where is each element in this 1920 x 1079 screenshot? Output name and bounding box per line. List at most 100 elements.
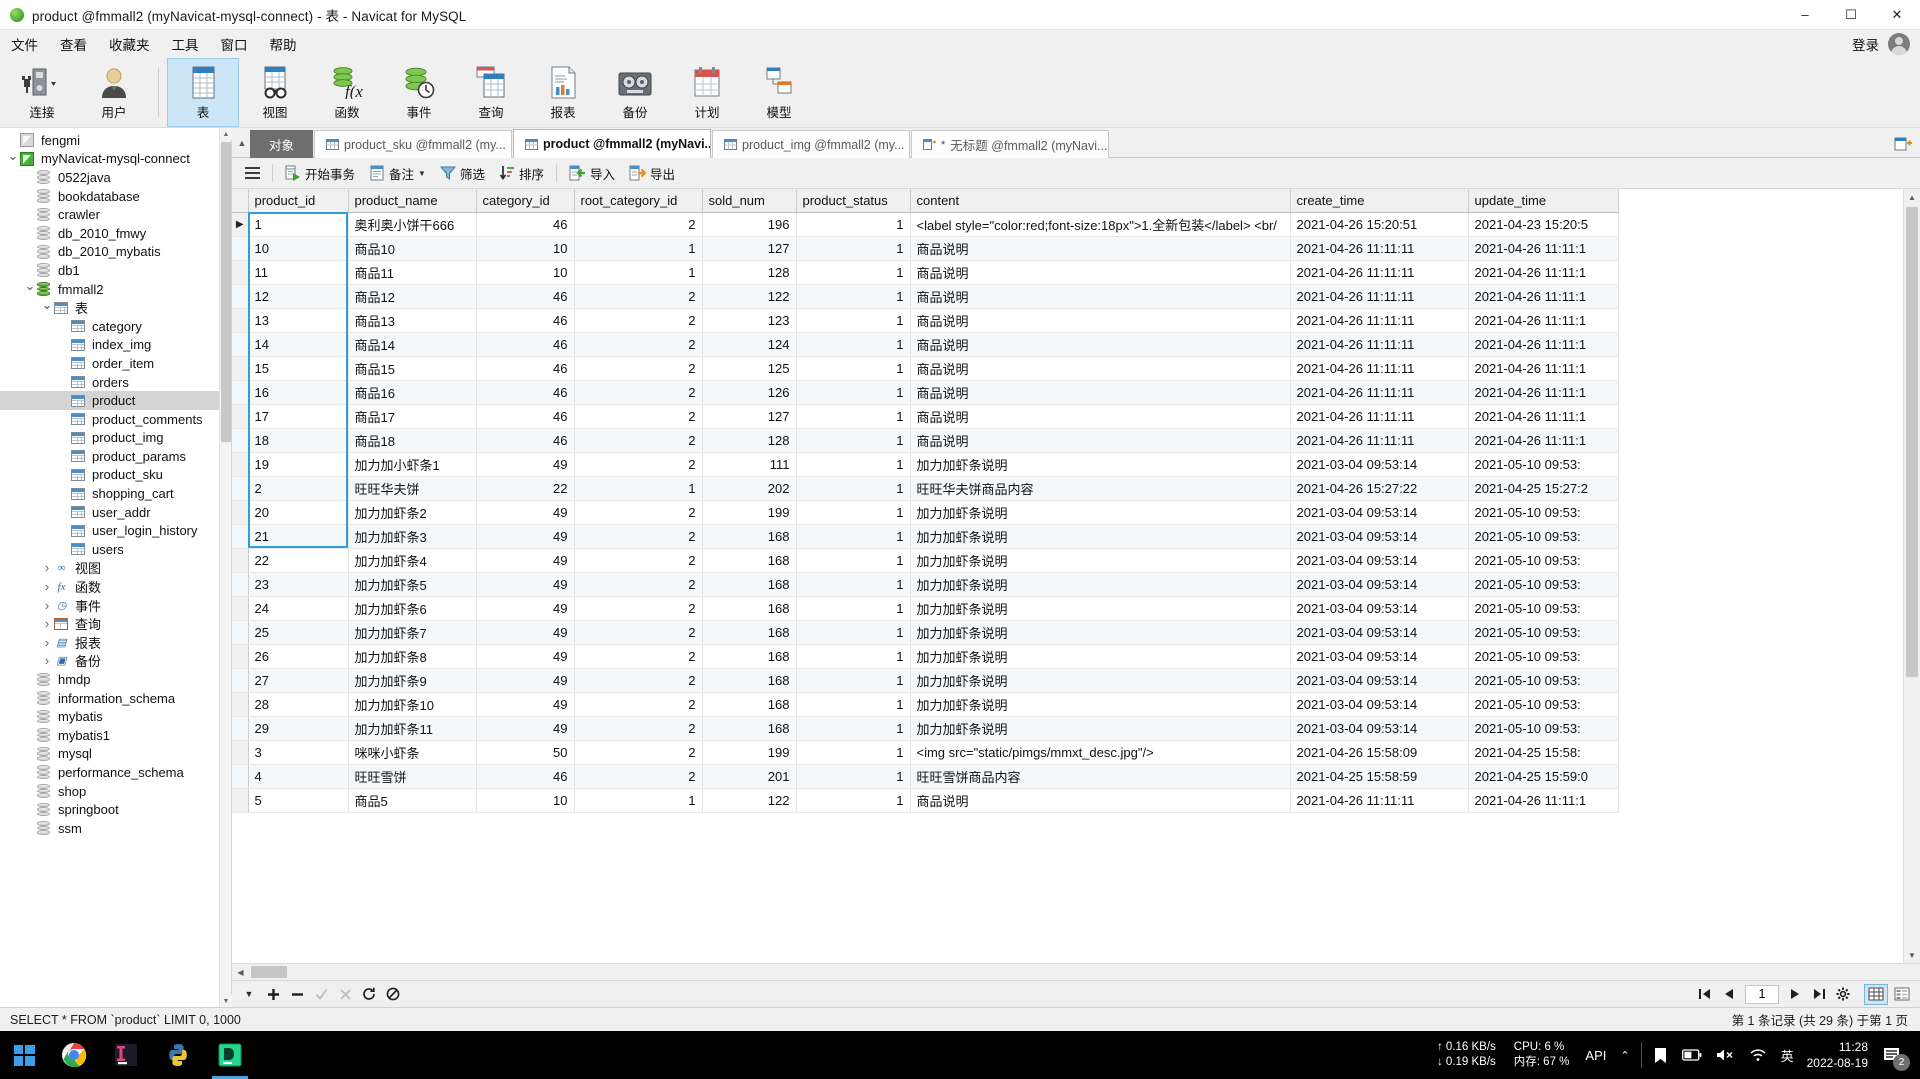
taskbar-idea[interactable] <box>100 1031 152 1079</box>
cell-sold_num[interactable]: 125 <box>702 356 797 381</box>
table-row[interactable]: 19 加力加小虾条1 49 2 111 1 加力加虾条说明 2021-03-04 09:53:… <box>232 452 1619 477</box>
tree-item-user_login_history[interactable]: user_login_history <box>0 521 231 540</box>
cell-product_id[interactable]: 20 <box>248 500 349 525</box>
windows-start-button[interactable] <box>0 1031 48 1079</box>
column-header-product_id[interactable]: product_id <box>248 189 349 213</box>
tree-scrollbar[interactable]: ▲ ▼ <box>219 128 232 1007</box>
cell-root_category_id[interactable]: 2 <box>574 644 703 669</box>
cell-create_time[interactable]: 2021-04-26 11:11:11 <box>1290 404 1469 429</box>
tray-overflow-button[interactable]: ⌃ <box>1613 1031 1636 1079</box>
cell-content[interactable]: 商品说明 <box>910 380 1291 405</box>
tree-item-product_params[interactable]: product_params <box>0 447 231 466</box>
cell-root_category_id[interactable]: 2 <box>574 356 703 381</box>
cell-update_time[interactable]: 2021-04-26 11:11:1 <box>1468 284 1619 309</box>
tree-item-fengmi[interactable]: fengmi <box>0 131 231 150</box>
table-row[interactable]: 5 商品5 10 1 122 1 商品说明 2021-04-26 11:11:11 2021-0… <box>232 788 1619 813</box>
table-row[interactable]: 26 加力加虾条8 49 2 168 1 加力加虾条说明 2021-03-04 09:53:1… <box>232 644 1619 669</box>
cell-sold_num[interactable]: 127 <box>702 236 797 261</box>
cell-product_id[interactable]: 17 <box>248 404 349 429</box>
tree-item-fmmall2[interactable]: fmmall2 <box>0 280 231 299</box>
cell-update_time[interactable]: 2021-05-10 09:53: <box>1468 500 1619 525</box>
cell-product_status[interactable]: 1 <box>796 524 911 549</box>
ribbon-table[interactable]: 表 <box>167 58 239 127</box>
cell-root_category_id[interactable]: 2 <box>574 692 703 717</box>
cell-content[interactable]: 旺旺雪饼商品内容 <box>910 764 1291 789</box>
cell-sold_num[interactable]: 128 <box>702 428 797 453</box>
cell-category_id[interactable]: 46 <box>476 212 575 237</box>
cell-product_status[interactable]: 1 <box>796 212 911 237</box>
cell-create_time[interactable]: 2021-03-04 09:53:14 <box>1290 644 1469 669</box>
tree-item-performance_schema[interactable]: performance_schema <box>0 763 231 782</box>
tree-item-hmdp[interactable]: hmdp <box>0 670 231 689</box>
cell-product_name[interactable]: 加力加虾条5 <box>348 572 477 597</box>
cell-product_name[interactable]: 加力加虾条8 <box>348 644 477 669</box>
api-label[interactable]: API <box>1578 1031 1613 1079</box>
cell-update_time[interactable]: 2021-04-26 11:11:1 <box>1468 308 1619 333</box>
cell-content[interactable]: 商品说明 <box>910 404 1291 429</box>
tree-item-[interactable]: fx 函数 <box>0 577 231 596</box>
cell-product_status[interactable]: 1 <box>796 644 911 669</box>
tray-ime[interactable]: 英 <box>1774 1031 1801 1079</box>
tray-battery[interactable] <box>1675 1031 1709 1079</box>
tray-onenote[interactable] <box>1646 1031 1675 1079</box>
cell-category_id[interactable]: 49 <box>476 692 575 717</box>
stop-button[interactable] <box>382 984 404 1005</box>
menu-file[interactable]: 文件 <box>0 30 49 58</box>
row-dropdown-button[interactable]: ▼ <box>238 984 260 1005</box>
cell-root_category_id[interactable]: 1 <box>574 476 703 501</box>
grid-horizontal-scrollbar[interactable]: ◀ <box>232 963 1920 980</box>
cell-product_id[interactable]: 5 <box>248 788 349 813</box>
cell-product_id[interactable]: 25 <box>248 620 349 645</box>
ribbon-user[interactable]: 用户 <box>78 58 150 127</box>
cell-sold_num[interactable]: 168 <box>702 548 797 573</box>
cell-create_time[interactable]: 2021-04-26 15:20:51 <box>1290 212 1469 237</box>
column-header-sold_num[interactable]: sold_num <box>702 189 797 213</box>
cell-update_time[interactable]: 2021-04-26 11:11:1 <box>1468 356 1619 381</box>
cell-product_id[interactable]: 3 <box>248 740 349 765</box>
cell-root_category_id[interactable]: 1 <box>574 236 703 261</box>
cell-product_status[interactable]: 1 <box>796 500 911 525</box>
tab-scroll-up-icon[interactable]: ▲ <box>234 129 250 157</box>
cell-root_category_id[interactable]: 2 <box>574 716 703 741</box>
table-row[interactable]: 22 加力加虾条4 49 2 168 1 加力加虾条说明 2021-03-04 09:53:1… <box>232 548 1619 573</box>
cell-content[interactable]: 加力加虾条说明 <box>910 452 1291 477</box>
chevron-right-icon[interactable] <box>40 635 54 650</box>
cell-create_time[interactable]: 2021-04-26 11:11:11 <box>1290 788 1469 813</box>
cell-category_id[interactable]: 49 <box>476 572 575 597</box>
column-header-category_id[interactable]: category_id <box>476 189 575 213</box>
cell-product_status[interactable]: 1 <box>796 284 911 309</box>
cell-root_category_id[interactable]: 2 <box>574 620 703 645</box>
cell-product_status[interactable]: 1 <box>796 668 911 693</box>
cell-update_time[interactable]: 2021-04-26 11:11:1 <box>1468 332 1619 357</box>
cell-product_status[interactable]: 1 <box>796 452 911 477</box>
table-row[interactable]: 17 商品17 46 2 127 1 商品说明 2021-04-26 11:11:11 2021… <box>232 404 1619 429</box>
tree-item-orders[interactable]: orders <box>0 373 231 392</box>
cell-root_category_id[interactable]: 2 <box>574 596 703 621</box>
grid-scroll-up-icon[interactable]: ▲ <box>1904 189 1920 205</box>
tree-scroll-thumb[interactable] <box>221 142 231 442</box>
cell-content[interactable]: <label style="color:red;font-size:18px">… <box>910 212 1291 237</box>
cell-product_name[interactable]: 商品10 <box>348 236 477 261</box>
cell-create_time[interactable]: 2021-04-26 11:11:11 <box>1290 260 1469 285</box>
tree-item-[interactable]: ∞ 视图 <box>0 559 231 578</box>
cell-category_id[interactable]: 10 <box>476 236 575 261</box>
cell-content[interactable]: 加力加虾条说明 <box>910 500 1291 525</box>
column-header-content[interactable]: content <box>910 189 1291 213</box>
cell-create_time[interactable]: 2021-04-26 11:11:11 <box>1290 380 1469 405</box>
cell-category_id[interactable]: 46 <box>476 284 575 309</box>
tree-item-mybatis1[interactable]: mybatis1 <box>0 726 231 745</box>
cell-sold_num[interactable]: 199 <box>702 740 797 765</box>
cell-root_category_id[interactable]: 2 <box>574 380 703 405</box>
delete-record-button[interactable] <box>286 984 308 1005</box>
cell-update_time[interactable]: 2021-05-10 09:53: <box>1468 644 1619 669</box>
cell-category_id[interactable]: 46 <box>476 380 575 405</box>
cell-product_status[interactable]: 1 <box>796 476 911 501</box>
tree-item-information_schema[interactable]: information_schema <box>0 689 231 708</box>
cell-create_time[interactable]: 2021-04-26 15:27:22 <box>1290 476 1469 501</box>
taskbar-clock[interactable]: 11:28 2022-08-19 <box>1801 1039 1878 1071</box>
cell-product_name[interactable]: 商品5 <box>348 788 477 813</box>
tree-item-[interactable]: ▣ 备份 <box>0 652 231 671</box>
chevron-down-icon[interactable] <box>40 305 54 311</box>
cell-sold_num[interactable]: 168 <box>702 572 797 597</box>
chevron-down-icon[interactable] <box>23 286 37 292</box>
